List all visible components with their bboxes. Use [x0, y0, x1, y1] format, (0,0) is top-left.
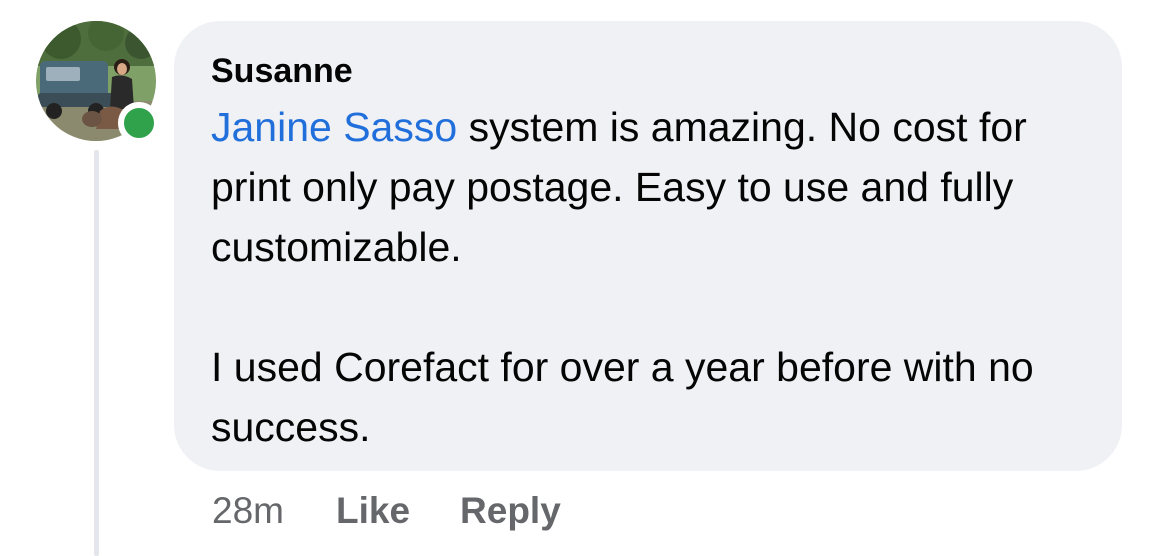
like-button[interactable]: Like — [336, 490, 410, 532]
comment-text: Janine Sasso system is amazing. No cost … — [211, 97, 1084, 277]
comment-item: Susanne Janine Sasso system is amazing. … — [0, 0, 1170, 556]
reply-button[interactable]: Reply — [460, 490, 561, 532]
comment-timestamp[interactable]: 28m — [212, 490, 284, 532]
mention-link[interactable]: Janine Sasso — [211, 104, 457, 150]
comment-actions: 28m Like Reply — [212, 486, 611, 536]
comment-author[interactable]: Susanne — [211, 47, 1084, 95]
comment-text-paragraph-2: I used Corefact for over a year before w… — [211, 344, 1034, 450]
thread-line — [94, 150, 99, 556]
comment-bubble: Susanne Janine Sasso system is amazing. … — [174, 21, 1122, 471]
avatar[interactable] — [36, 21, 160, 144]
online-status-dot-icon — [118, 102, 160, 144]
